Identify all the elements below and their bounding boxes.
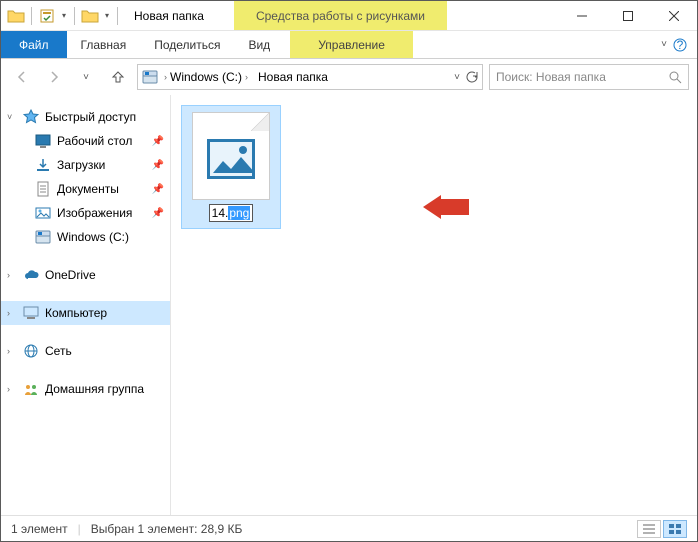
sidebar-item-label: Загрузки	[57, 158, 105, 172]
view-switcher	[637, 520, 687, 538]
up-button[interactable]	[105, 64, 131, 90]
expand-icon[interactable]: ›	[7, 384, 10, 394]
folder-small-icon	[81, 7, 99, 25]
maximize-button[interactable]	[605, 1, 651, 30]
titlebar: ▾ ▾ Новая папка Средства работы с рисунк…	[1, 1, 697, 31]
folder-small-icon	[7, 7, 25, 25]
expand-icon[interactable]: ›	[7, 270, 10, 280]
sidebar-item-desktop[interactable]: Рабочий стол 📌	[1, 129, 170, 153]
qat-dropdown-icon[interactable]: ▾	[60, 11, 68, 20]
context-tab-header: Средства работы с рисунками	[234, 1, 447, 30]
navigation-pane: ˅ Быстрый доступ Рабочий стол 📌 Загрузки…	[1, 95, 171, 515]
pin-icon: 📌	[152, 184, 164, 195]
cloud-icon	[23, 267, 39, 283]
sidebar-item-documents[interactable]: Документы 📌	[1, 177, 170, 201]
breadcrumb-drive[interactable]: ›Windows (C:)›	[160, 70, 252, 84]
forward-button[interactable]	[41, 64, 67, 90]
tab-share[interactable]: Поделиться	[140, 31, 234, 58]
sidebar-item-label: OneDrive	[45, 268, 96, 282]
sidebar-item-onedrive[interactable]: › OneDrive	[1, 263, 170, 287]
recent-locations-button[interactable]: ˅	[73, 64, 99, 90]
search-icon	[669, 71, 682, 84]
network-icon	[23, 343, 39, 359]
downloads-icon	[35, 157, 51, 173]
file-item[interactable]: 14.png	[181, 105, 281, 229]
qat-dropdown-icon[interactable]: ▾	[103, 11, 111, 20]
sidebar-item-downloads[interactable]: Загрузки 📌	[1, 153, 170, 177]
file-list[interactable]: 14.png	[171, 95, 697, 515]
explorer-window: ▾ ▾ Новая папка Средства работы с рисунк…	[0, 0, 698, 542]
status-bar: 1 элемент | Выбран 1 элемент: 28,9 КБ	[1, 515, 697, 541]
breadcrumb-label: Windows (C:)	[170, 70, 242, 84]
tab-home[interactable]: Главная	[67, 31, 141, 58]
file-thumbnail	[192, 112, 270, 200]
pin-icon: 📌	[152, 208, 164, 219]
sidebar-item-label: Рабочий стол	[57, 134, 132, 148]
expand-icon[interactable]: ›	[7, 346, 10, 356]
quick-access-toolbar: ▾ ▾ Новая папка	[1, 1, 204, 30]
expand-icon[interactable]: ˅	[7, 112, 12, 122]
pin-icon: 📌	[152, 136, 164, 147]
pin-icon: 📌	[152, 160, 164, 171]
ribbon-tabs: Файл Главная Поделиться Вид Управление ˅…	[1, 31, 697, 59]
status-selection: Выбран 1 элемент: 28,9 КБ	[91, 522, 243, 536]
documents-icon	[35, 181, 51, 197]
pictures-icon	[35, 205, 51, 221]
view-details-button[interactable]	[637, 520, 661, 538]
back-button[interactable]	[9, 64, 35, 90]
view-icons-button[interactable]	[663, 520, 687, 538]
body: ˅ Быстрый доступ Рабочий стол 📌 Загрузки…	[1, 95, 697, 515]
sidebar-item-pictures[interactable]: Изображения 📌	[1, 201, 170, 225]
minimize-button[interactable]	[559, 1, 605, 30]
sidebar-item-computer[interactable]: › Компьютер	[1, 301, 170, 325]
tab-view[interactable]: Вид	[234, 31, 284, 58]
homegroup-icon	[23, 381, 39, 397]
separator	[74, 7, 75, 25]
ribbon-collapse[interactable]: ˅ ?	[661, 31, 697, 58]
sidebar-item-label: Домашняя группа	[45, 382, 144, 396]
expand-icon[interactable]: ›	[7, 308, 10, 318]
rename-input[interactable]: 14.png	[209, 204, 254, 222]
breadcrumb-folder[interactable]: Новая папка	[254, 70, 332, 84]
status-item-count: 1 элемент	[11, 522, 68, 536]
sidebar-item-label: Быстрый доступ	[45, 110, 136, 124]
help-icon[interactable]: ?	[673, 38, 687, 52]
desktop-icon	[35, 133, 51, 149]
address-bar-tools: ˅	[454, 70, 478, 84]
tab-manage[interactable]: Управление	[290, 31, 413, 58]
sidebar-item-homegroup[interactable]: › Домашняя группа	[1, 377, 170, 401]
dropdown-icon[interactable]: ˅	[454, 72, 460, 83]
window-controls	[559, 1, 697, 30]
chevron-down-icon: ˅	[661, 39, 667, 50]
svg-text:?: ?	[677, 38, 684, 52]
drive-icon	[142, 69, 158, 85]
drive-icon	[35, 229, 51, 245]
sidebar-item-label: Windows (C:)	[57, 230, 129, 244]
window-title: Новая папка	[134, 9, 204, 23]
filename-selection: png	[228, 206, 250, 220]
sidebar-item-network[interactable]: › Сеть	[1, 339, 170, 363]
separator	[31, 7, 32, 25]
separator	[117, 7, 118, 25]
search-box[interactable]: Поиск: Новая папка	[489, 64, 689, 90]
sidebar-item-quick-access[interactable]: ˅ Быстрый доступ	[1, 105, 170, 129]
sidebar-item-label: Компьютер	[45, 306, 107, 320]
filename-prefix: 14.	[212, 206, 229, 220]
sidebar-item-drive[interactable]: Windows (C:)	[1, 225, 170, 249]
address-bar[interactable]: ›Windows (C:)› Новая папка ˅	[137, 64, 483, 90]
breadcrumb-label: Новая папка	[258, 70, 328, 84]
annotation-arrow-icon	[423, 195, 469, 219]
search-placeholder: Поиск: Новая папка	[496, 70, 606, 84]
tab-file[interactable]: Файл	[1, 31, 67, 58]
refresh-icon[interactable]	[464, 70, 478, 84]
sidebar-item-label: Сеть	[45, 344, 72, 358]
sidebar-item-label: Изображения	[57, 206, 132, 220]
sidebar-item-label: Документы	[57, 182, 119, 196]
properties-icon[interactable]	[38, 7, 56, 25]
close-button[interactable]	[651, 1, 697, 30]
computer-icon	[23, 305, 39, 321]
star-icon	[23, 109, 39, 125]
navigation-bar: ˅ ›Windows (C:)› Новая папка ˅ Поиск: Но…	[1, 59, 697, 95]
